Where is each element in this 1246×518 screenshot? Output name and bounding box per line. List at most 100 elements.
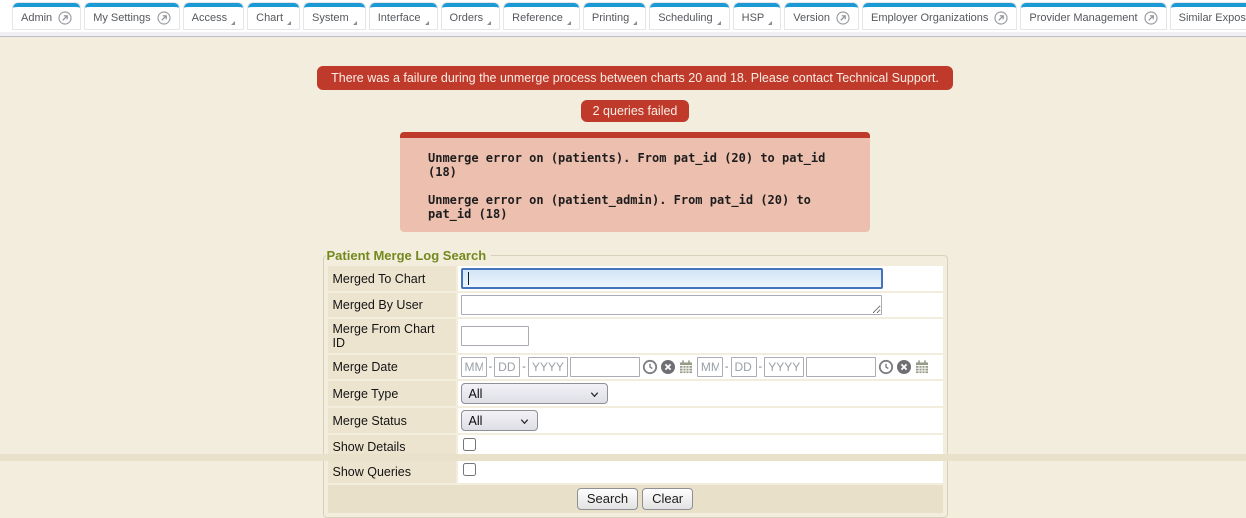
date-separator: -: [759, 361, 763, 373]
admin-tab-bar: Admin My Settings Access Chart System In…: [0, 0, 1246, 32]
clear-button[interactable]: Clear: [642, 488, 693, 510]
date-separator: -: [489, 361, 493, 373]
tab-label: Provider Management: [1029, 12, 1137, 24]
tab-access[interactable]: Access: [184, 3, 243, 29]
calendar-icon[interactable]: [914, 359, 930, 375]
merge-date-to-day-input[interactable]: [731, 357, 757, 377]
tab-orders[interactable]: Orders: [442, 3, 500, 29]
tab-reference[interactable]: Reference: [504, 3, 579, 29]
external-link-icon: [836, 11, 850, 25]
table-row: Merge Date - -: [328, 355, 943, 379]
dropdown-caret-icon: [487, 21, 491, 25]
clock-icon[interactable]: [642, 359, 658, 375]
tab-scheduling[interactable]: Scheduling: [650, 3, 728, 29]
merge-status-selected-value: All: [469, 414, 483, 428]
external-link-icon: [994, 11, 1008, 25]
unmerge-error-line: Unmerge error on (patients). From pat_id…: [428, 151, 860, 179]
table-row: Merge Status All: [328, 408, 943, 433]
table-row: Merge Type All: [328, 381, 943, 406]
merge-date-label: Merge Date: [328, 355, 456, 379]
tab-hsp[interactable]: HSP: [734, 3, 781, 29]
search-button[interactable]: Search: [577, 488, 638, 510]
dropdown-caret-icon: [717, 21, 721, 25]
clear-date-icon[interactable]: [660, 359, 676, 375]
tab-label: Admin: [21, 12, 52, 24]
tab-version[interactable]: Version: [785, 3, 858, 29]
tab-provider-management[interactable]: Provider Management: [1021, 3, 1165, 29]
tab-similar-exposure-groups[interactable]: Similar Exposure Groups (SEGs): [1171, 3, 1246, 29]
calendar-icon[interactable]: [678, 359, 694, 375]
tab-label: My Settings: [93, 12, 150, 24]
table-row: Merged By User: [328, 293, 943, 317]
merged-to-chart-label: Merged To Chart: [328, 266, 456, 291]
patient-merge-log-search-form: Patient Merge Log Search Merged To Chart…: [323, 248, 948, 518]
dropdown-caret-icon: [287, 21, 291, 25]
table-row: Merge From Chart ID: [328, 319, 943, 353]
merged-to-chart-input[interactable]: [461, 268, 883, 289]
merge-status-label: Merge Status: [328, 408, 456, 433]
merge-type-select[interactable]: All: [461, 383, 608, 404]
form-title: Patient Merge Log Search: [326, 248, 492, 263]
dropdown-caret-icon: [633, 21, 637, 25]
tab-label: Chart: [256, 12, 283, 24]
show-details-checkbox[interactable]: [463, 438, 476, 451]
chevron-down-icon: [589, 389, 600, 400]
merged-by-user-textarea[interactable]: [461, 295, 882, 315]
table-row: Merged To Chart: [328, 266, 943, 291]
tab-label: HSP: [742, 12, 765, 24]
merge-type-label: Merge Type: [328, 381, 456, 406]
unmerge-failure-banner: There was a failure during the unmerge p…: [317, 66, 953, 90]
tab-admin[interactable]: Admin: [13, 3, 80, 29]
tab-label: Version: [793, 12, 830, 24]
tab-label: Printing: [592, 12, 629, 24]
show-queries-checkbox[interactable]: [463, 463, 476, 476]
tab-system[interactable]: System: [304, 3, 365, 29]
merge-date-from-time-input[interactable]: [570, 357, 640, 377]
clear-date-icon[interactable]: [896, 359, 912, 375]
tab-label: System: [312, 12, 349, 24]
dropdown-caret-icon: [425, 21, 429, 25]
tab-label: Access: [192, 12, 227, 24]
tab-label: Similar Exposure Groups (SEGs): [1179, 12, 1246, 24]
table-row: Show Queries: [328, 460, 943, 483]
dropdown-caret-icon: [353, 21, 357, 25]
show-queries-label: Show Queries: [328, 460, 456, 483]
merge-from-chart-id-label: Merge From Chart ID: [328, 319, 456, 353]
clock-icon[interactable]: [878, 359, 894, 375]
merge-date-range: - - - -: [461, 357, 940, 377]
date-separator: -: [522, 361, 526, 373]
table-row: SearchClear: [328, 485, 943, 513]
external-link-icon: [157, 11, 171, 25]
merge-date-to-year-input[interactable]: [764, 357, 804, 377]
form-button-row: SearchClear: [328, 485, 943, 513]
dropdown-caret-icon: [768, 21, 772, 25]
merge-date-from-year-input[interactable]: [528, 357, 568, 377]
tab-my-settings[interactable]: My Settings: [85, 3, 178, 29]
chevron-down-icon: [519, 416, 530, 427]
text-cursor: [468, 272, 469, 285]
tab-employer-organizations[interactable]: Employer Organizations: [863, 3, 1016, 29]
page-bottom-strip: [0, 454, 1246, 461]
merge-date-to-month-input[interactable]: [697, 357, 723, 377]
merge-date-from-month-input[interactable]: [461, 357, 487, 377]
merge-date-to-time-input[interactable]: [806, 357, 876, 377]
unmerge-error-line: Unmerge error on (patient_admin). From p…: [428, 193, 860, 221]
tab-printing[interactable]: Printing: [584, 3, 645, 29]
unmerge-error-panel: Unmerge error on (patients). From pat_id…: [400, 132, 870, 232]
tab-chart[interactable]: Chart: [248, 3, 299, 29]
tab-label: Employer Organizations: [871, 12, 988, 24]
date-separator: -: [725, 361, 729, 373]
merge-type-selected-value: All: [469, 387, 483, 401]
external-link-icon: [58, 11, 72, 25]
page-content: There was a failure during the unmerge p…: [0, 37, 1246, 461]
merged-by-user-label: Merged By User: [328, 293, 456, 317]
merge-from-chart-id-input[interactable]: [461, 326, 529, 346]
tab-label: Orders: [450, 12, 484, 24]
dropdown-caret-icon: [567, 21, 571, 25]
tab-interface[interactable]: Interface: [370, 3, 437, 29]
tab-label: Interface: [378, 12, 421, 24]
external-link-icon: [1144, 11, 1158, 25]
dropdown-caret-icon: [231, 21, 235, 25]
merge-status-select[interactable]: All: [461, 410, 538, 431]
merge-date-from-day-input[interactable]: [494, 357, 520, 377]
